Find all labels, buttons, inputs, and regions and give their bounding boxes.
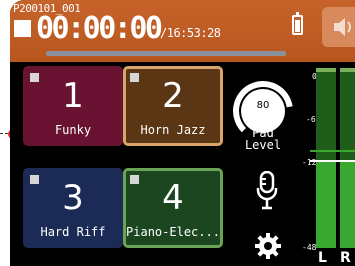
meter-level-marker [310,160,355,162]
speaker-button[interactable] [322,7,355,47]
status-header: P200101_001 00:00:00 /16:53:28 [10,0,355,62]
pad-label: Funky [54,123,92,137]
pad-label: Hard Riff [40,225,106,239]
pad-3[interactable]: 3 Hard Riff [23,168,123,248]
channel-label-right: R [340,250,351,266]
pad-number: 3 [62,178,84,218]
pad-number: 4 [162,178,184,218]
pad-label: Horn Jazz [140,123,206,137]
meter-scale-minus6: -6 [306,115,316,124]
pad-2[interactable]: 2 Horn Jazz [123,66,223,146]
battery-icon [292,12,303,35]
remaining-time: /16:53:28 [160,26,221,40]
meter-peak-line-left [316,68,336,72]
elapsed-time: 00:00:00 [36,11,163,46]
meter-peak-line-right [340,68,355,72]
pad-level-caption: Pad Level [237,127,289,151]
playback-progress-bar[interactable] [46,51,286,56]
gear-icon[interactable] [254,232,282,260]
level-meter-left [316,160,336,248]
channel-label-left: L [318,250,327,266]
level-meter-right [340,160,355,248]
meter-scale-minus48: -48 [302,243,317,252]
pad-1[interactable]: 1 Funky [23,66,123,146]
pad-level-caption-line2: Level [244,138,282,152]
pad-number: 2 [162,76,184,116]
pad-level-value: 80 [256,100,270,111]
device-screen: P200101_001 00:00:00 /16:53:28 1 Funky 2… [10,0,355,266]
speaker-icon [334,18,351,36]
pad-4[interactable]: 4 Piano-Elec... [123,168,223,248]
pad-label: Piano-Elec... [126,225,220,239]
microphone-icon[interactable] [256,171,278,211]
pad-number: 1 [62,76,84,116]
stop-icon [14,20,31,37]
meter-threshold-line [310,150,355,152]
callout-line [0,133,8,134]
